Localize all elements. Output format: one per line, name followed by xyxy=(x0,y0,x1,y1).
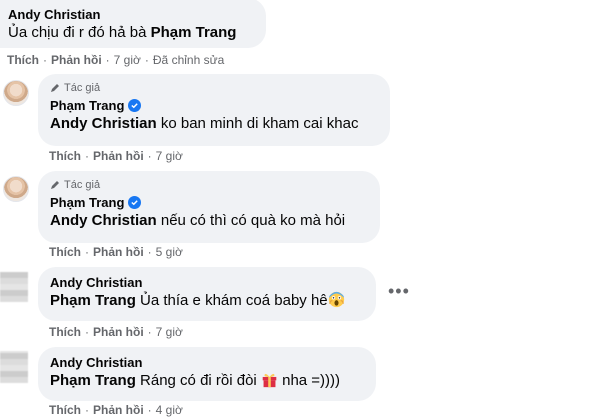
comment-text: Phạm Trang Ủa thía e khám coá baby hê xyxy=(50,291,364,314)
edited-label: Đã chỉnh sửa xyxy=(152,53,225,67)
author-badge: Tác giả xyxy=(50,178,368,192)
like-button[interactable]: Thích xyxy=(49,403,81,417)
pencil-icon xyxy=(51,181,59,189)
comment-text: Phạm Trang Ráng có đi rồi đòi nha =)))) xyxy=(50,371,364,394)
pencil-icon xyxy=(51,84,59,92)
avatar[interactable] xyxy=(0,351,28,383)
timestamp[interactable]: 7 giờ xyxy=(156,325,183,339)
comment-actions: Thích · Phản hồi · 4 giờ xyxy=(49,403,183,417)
author-badge: Tác giả xyxy=(50,81,378,95)
avatar[interactable] xyxy=(3,176,29,202)
avatar[interactable] xyxy=(3,80,29,106)
timestamp[interactable]: 7 giờ xyxy=(114,53,141,67)
comment-bubble: Andy Christian Ủa chịu đi r đó hả bà Phạ… xyxy=(0,0,266,48)
reply-button[interactable]: Phản hồi xyxy=(93,149,144,163)
mention-link[interactable]: Andy Christian xyxy=(50,212,157,229)
gift-icon xyxy=(261,371,278,394)
comment-actions: Thích · Phản hồi · 7 giờ xyxy=(49,149,183,163)
comment-text: Andy Christian ko ban minh di kham cai k… xyxy=(50,115,359,132)
comment-text: Ủa chịu đi r đó hả bà Phạm Trang xyxy=(8,24,237,41)
comment-bubble: Andy Christian Phạm Trang Ủa thía e khám… xyxy=(38,267,376,321)
verified-badge-icon xyxy=(128,196,142,209)
reply-button[interactable]: Phản hồi xyxy=(51,53,102,67)
comment-actions: Thích · Phản hồi · 5 giờ xyxy=(49,245,183,259)
mention-link[interactable]: Phạm Trang xyxy=(50,292,136,309)
avatar[interactable] xyxy=(0,272,28,302)
comment-bubble: Tác giả Phạm Trang Andy Christian ko ban… xyxy=(38,74,390,146)
like-button[interactable]: Thích xyxy=(49,149,81,163)
comment-author[interactable]: Andy Christian xyxy=(50,274,364,291)
comment-author[interactable]: Andy Christian xyxy=(8,6,266,23)
reply-button[interactable]: Phản hồi xyxy=(93,245,144,259)
like-button[interactable]: Thích xyxy=(7,53,39,67)
like-button[interactable]: Thích xyxy=(49,245,81,259)
screaming-face-icon xyxy=(328,291,345,314)
comment-bubble: Tác giả Phạm Trang Andy Christian nếu có… xyxy=(38,171,380,243)
timestamp[interactable]: 4 giờ xyxy=(156,403,183,417)
comment-author[interactable]: Phạm Trang xyxy=(50,194,124,211)
more-options-icon[interactable]: ••• xyxy=(388,282,410,300)
timestamp[interactable]: 7 giờ xyxy=(156,149,183,163)
comment-author[interactable]: Phạm Trang xyxy=(50,97,124,114)
comment-text: Andy Christian nếu có thì có quà ko mà h… xyxy=(50,212,346,229)
like-button[interactable]: Thích xyxy=(49,325,81,339)
comment-bubble: Andy Christian Phạm Trang Ráng có đi rồi… xyxy=(38,347,376,401)
timestamp[interactable]: 5 giờ xyxy=(156,245,183,259)
mention-link[interactable]: Phạm Trang xyxy=(151,24,237,41)
mention-link[interactable]: Phạm Trang xyxy=(50,372,136,389)
comment-author[interactable]: Andy Christian xyxy=(50,354,364,371)
reply-button[interactable]: Phản hồi xyxy=(93,403,144,417)
mention-link[interactable]: Andy Christian xyxy=(50,115,157,132)
verified-badge-icon xyxy=(128,99,142,112)
comment-actions: Thích · Phản hồi · 7 giờ · Đã chỉnh sửa xyxy=(7,53,225,67)
reply-button[interactable]: Phản hồi xyxy=(93,325,144,339)
comment-actions: Thích · Phản hồi · 7 giờ xyxy=(49,325,183,339)
